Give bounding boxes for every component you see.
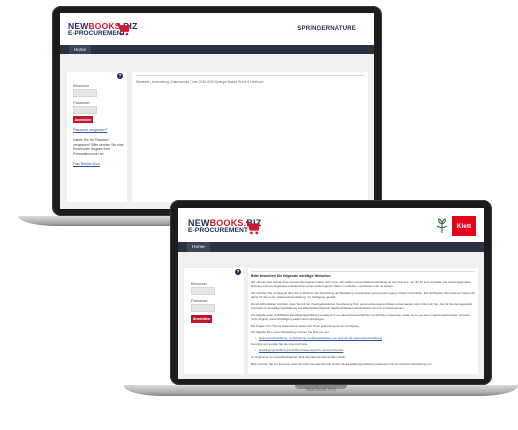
privacy-policy-link[interactable]: Datenschutzerklärung, zur Erhebung von B…: [259, 336, 473, 341]
back-header: NEWBOOKS.BIZ E-PROCUREMENT SPRINGERNATUR…: [60, 13, 374, 45]
back-password-input[interactable]: [73, 106, 97, 114]
front-user-label: Benutzer: [191, 281, 208, 286]
front-user-input[interactable]: [191, 287, 215, 295]
notice-paragraph-1: Wir nehmen den Schutz Ihrer personenbezo…: [251, 280, 471, 288]
back-help-contact-link[interactable]: Frau Remke-Dorn: [73, 162, 100, 166]
front-login-button[interactable]: Anmelden: [191, 315, 212, 323]
back-login-panel: ? Benutzer Passwort Anmelden Passwort ve…: [67, 72, 127, 202]
front-nav-tab-home[interactable]: Home: [187, 242, 210, 252]
front-main-panel: Bitte beachten Sie folgende wichtige Hin…: [248, 268, 478, 374]
before-order-text: Vor Abgabe Ihrer ersten Bestellung nehme…: [251, 330, 329, 334]
front-laptop-screen: NEWBOOKS.BIZ E-PROCUREMENT Klett Home ? …: [178, 208, 484, 379]
last-notice-line: Bitte nehmen Sie zur Kenntnis, dass der …: [251, 362, 432, 366]
cart-icon: [246, 221, 260, 235]
back-main-panel: Startseite | Anwendung | Datenschutz | V…: [132, 72, 368, 202]
after-link-text: im Original an den Hausbuchhandel, Klett…: [251, 355, 346, 359]
notice-paragraph-3: Da wir sicherstellen möchten, dass Sie m…: [251, 302, 473, 310]
help-icon[interactable]: ?: [117, 73, 123, 79]
cart-icon: [117, 23, 130, 36]
notice-title: Bitte beachten Sie folgende wichtige Hin…: [251, 274, 332, 278]
back-nav-tab-home[interactable]: Home: [69, 45, 92, 54]
front-password-input[interactable]: [191, 304, 215, 312]
bullet-1: •: [255, 336, 257, 340]
back-breadcrumb: Startseite | Anwendung | Datenschutz | V…: [136, 80, 264, 84]
back-forgot-password-link[interactable]: Passwort vergessen?: [73, 128, 107, 132]
front-divider: [251, 271, 475, 272]
front-navbar: Home: [178, 242, 484, 252]
springer-nature-logo: SPRINGERNATURE: [297, 26, 356, 32]
back-help-text: Haben Sie Ihr Passwort vergessen? Bitte …: [73, 138, 124, 156]
front-login-panel: ? Benutzer Passwort Anmelden: [184, 268, 244, 374]
back-navbar: Home: [60, 45, 374, 54]
back-laptop-screen: NEWBOOKS.BIZ E-PROCUREMENT SPRINGERNATUR…: [60, 13, 374, 209]
back-user-input[interactable]: [73, 89, 97, 97]
send-signed-text: Kenntnis und senden Sie die unterzeichne…: [251, 342, 308, 346]
back-login-button[interactable]: Anmelden: [73, 116, 93, 123]
laptop-model-label: MacBook Pro: [305, 387, 336, 393]
consent-form-link[interactable]: Einwilligungserklärung betreffend Datena…: [259, 348, 473, 353]
back-user-label: Benutzer: [73, 83, 90, 88]
notice-paragraph-5: Bei Fragen zum Thema Datenschutz stehen …: [251, 324, 360, 328]
front-password-label: Passwort: [191, 298, 208, 303]
back-password-label: Passwort: [73, 100, 90, 105]
notice-paragraph-4: Die Abgabe einer schriftlichen Einwillig…: [251, 313, 471, 321]
bullet-2: •: [255, 348, 257, 352]
back-content: ? Benutzer Passwort Anmelden Passwort ve…: [60, 54, 374, 209]
klett-logo: Klett: [452, 216, 476, 236]
klett-emblem-icon: [436, 218, 448, 233]
back-divider: [136, 75, 364, 76]
front-header: NEWBOOKS.BIZ E-PROCUREMENT Klett: [178, 208, 484, 242]
help-icon[interactable]: ?: [235, 269, 241, 275]
front-content: ? Benutzer Passwort Anmelden Bitte beach…: [178, 252, 484, 379]
notice-paragraph-2: Wir möchten Sie umfassend über die im Ra…: [251, 291, 475, 299]
